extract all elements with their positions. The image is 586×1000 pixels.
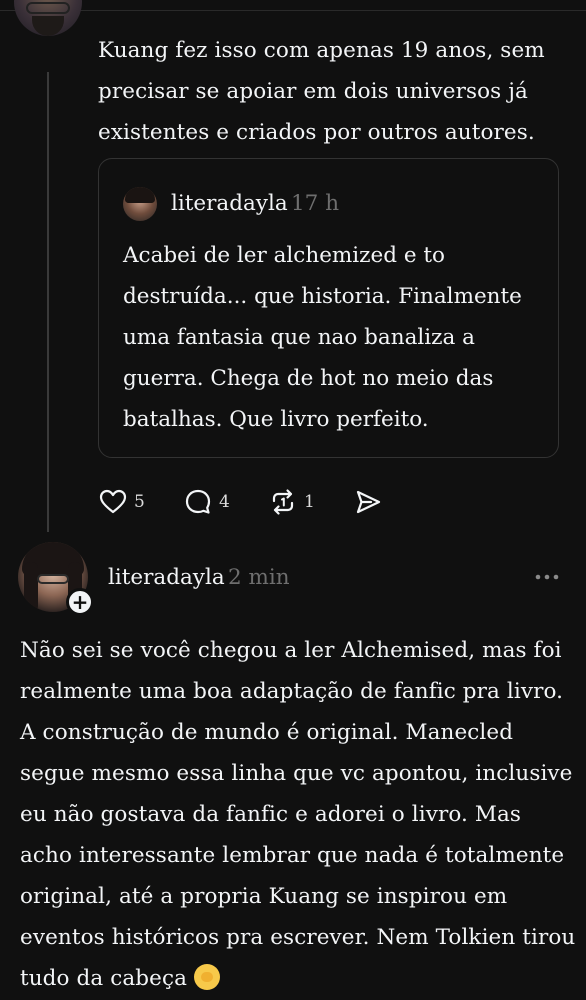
reply-username[interactable]: literadayla xyxy=(108,563,225,593)
quoted-post-text: Acabei de ler alchemized e to destruída.… xyxy=(123,243,522,432)
glasses-shape xyxy=(26,2,70,14)
quoted-timestamp: 17 h xyxy=(291,191,340,216)
repost-icon xyxy=(272,489,294,515)
quoted-post-card[interactable]: literadayla 17 h Acabei de ler alchemize… xyxy=(98,158,559,458)
avatar[interactable] xyxy=(14,0,82,36)
quoted-username[interactable]: literadayla xyxy=(171,189,288,219)
glasses-shape xyxy=(37,574,69,584)
hair-shape xyxy=(125,187,155,203)
face-with-hand-over-mouth-icon xyxy=(194,964,220,990)
reply-timestamp: 2 min xyxy=(228,565,290,590)
heart-icon xyxy=(99,489,127,514)
post-actions: 5 4 1 xyxy=(98,482,398,522)
comment-button[interactable]: 4 xyxy=(183,482,230,522)
repost-count: 1 xyxy=(304,492,315,512)
share-icon xyxy=(356,490,381,514)
like-button[interactable]: 5 xyxy=(98,482,145,522)
reply-text-content: Não sei se você chegou a ler Alchemised,… xyxy=(20,638,576,991)
avatar[interactable] xyxy=(123,187,157,221)
like-count: 5 xyxy=(134,492,145,512)
thread-view: Kuang fez isso com apenas 19 anos, sem p… xyxy=(0,0,586,1000)
more-icon[interactable] xyxy=(532,565,562,589)
reply-post-text: Não sei se você chegou a ler Alchemised,… xyxy=(20,630,576,999)
follow-button[interactable]: + xyxy=(66,588,94,616)
share-button[interactable] xyxy=(353,482,383,522)
beard-shape xyxy=(32,16,64,36)
thread-connector xyxy=(47,72,49,532)
comment-count: 4 xyxy=(219,492,230,512)
hair-shape xyxy=(24,562,38,612)
repost-button[interactable]: 1 xyxy=(268,482,315,522)
post-text: Kuang fez isso com apenas 19 anos, sem p… xyxy=(98,38,545,145)
divider xyxy=(0,10,586,11)
comment-icon xyxy=(185,489,211,514)
